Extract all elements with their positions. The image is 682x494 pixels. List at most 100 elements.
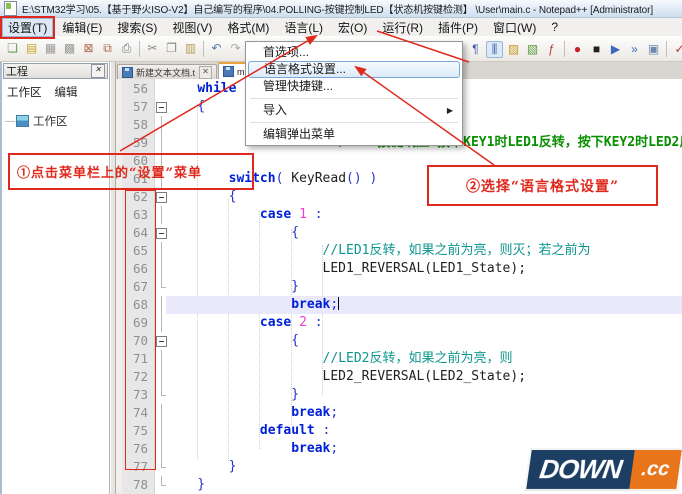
- line-number: 62: [132, 189, 148, 204]
- copy-icon[interactable]: ❐: [163, 40, 180, 57]
- code-segment: :: [314, 315, 323, 330]
- dropdown-item[interactable]: 编辑弹出菜单: [248, 126, 460, 143]
- dropdown-item[interactable]: 管理快捷键...: [248, 78, 460, 95]
- panel-menu-item[interactable]: 工作区: [7, 84, 42, 100]
- menu-item[interactable]: 格式(M): [221, 18, 275, 37]
- close-all-icon[interactable]: ⧉: [99, 40, 116, 57]
- line-number: 71: [132, 351, 148, 366]
- line-number: 66: [132, 261, 148, 276]
- menu-item[interactable]: ?: [545, 19, 564, 35]
- code-line: switch( KeyRead() ): [166, 170, 378, 188]
- code-line: LED2_REVERSAL(LED2_State);: [166, 368, 527, 386]
- code-segment: {: [166, 225, 300, 240]
- show-all-characters-icon[interactable]: ¶: [467, 41, 484, 58]
- code-line: }: [166, 386, 299, 404]
- menu-item[interactable]: 宏(O): [332, 18, 373, 37]
- redo-icon[interactable]: ↷: [227, 40, 244, 57]
- indent-guide-icon[interactable]: ⫼: [486, 40, 503, 58]
- open-file-icon[interactable]: ▤: [23, 40, 40, 57]
- macro-run-multiple-icon[interactable]: »: [626, 41, 643, 58]
- paste-icon[interactable]: ▥: [182, 40, 199, 57]
- fold-collapse-icon[interactable]: [155, 102, 167, 113]
- user-define-dialog-icon[interactable]: ▨: [505, 41, 522, 58]
- close-file-icon[interactable]: ⊠: [80, 40, 97, 57]
- menu-item[interactable]: 视图(V): [166, 18, 218, 37]
- new-file-icon[interactable]: ❏: [4, 40, 21, 57]
- code-segment: LED2_REVERSAL(LED2_State);: [166, 369, 527, 384]
- code-line: LED1_REVERSAL(LED1_State);: [166, 260, 527, 278]
- cut-icon[interactable]: ✂: [144, 40, 161, 57]
- menu-item[interactable]: 文件(F): [2, 18, 53, 37]
- watermark-brand-text: DOWN: [537, 454, 624, 484]
- menu-item[interactable]: 语言(L): [278, 18, 329, 37]
- tab-label: 新建文本文档.t: [136, 67, 196, 78]
- workspace-tree-node[interactable]: — 工作区: [2, 103, 109, 129]
- fold-line: [160, 260, 162, 278]
- fold-collapse-icon[interactable]: [155, 192, 167, 203]
- dropdown-item[interactable]: 导入 ▶: [248, 102, 460, 119]
- menu-item[interactable]: 窗口(W): [487, 18, 542, 37]
- tab-new-document[interactable]: 新建文本文档.t ✕: [117, 64, 218, 79]
- code-segment: while: [197, 81, 237, 96]
- save-all-icon[interactable]: ▩: [61, 40, 78, 57]
- save-file-icon[interactable]: ▦: [42, 40, 59, 57]
- code-line: break;: [166, 404, 338, 422]
- macro-stop-icon[interactable]: ■: [588, 41, 605, 58]
- notepadpp-app-icon: [4, 1, 17, 16]
- code-segment: ;: [330, 297, 339, 312]
- code-segment: break: [291, 405, 331, 420]
- fold-collapse-icon[interactable]: [155, 336, 167, 347]
- function-list-icon[interactable]: ƒ: [543, 41, 560, 58]
- menu-item[interactable]: 搜索(S): [111, 18, 163, 37]
- toolbar-separator: [139, 40, 140, 57]
- line-number: 57: [132, 99, 148, 114]
- code-line: {: [166, 98, 205, 116]
- tab-close-icon[interactable]: ✕: [199, 65, 213, 79]
- code-segment: KeyRead: [291, 171, 347, 186]
- settings-dropdown-menu: 首选项... 语言格式设置... 管理快捷键... 导入 ▶ 编辑弹出菜单: [245, 41, 463, 146]
- panel-menu-item[interactable]: 编辑: [55, 84, 78, 100]
- line-number: 77: [132, 459, 148, 474]
- code-line: }: [166, 278, 299, 296]
- macro-play-icon[interactable]: ▶: [607, 41, 624, 58]
- code-line: {: [166, 332, 299, 350]
- line-number: 64: [132, 225, 148, 240]
- code-line: while: [166, 80, 236, 98]
- workspace-icon: [16, 115, 29, 127]
- document-map-icon[interactable]: ▧: [524, 41, 541, 58]
- project-panel-title: 工程: [6, 66, 28, 78]
- text-caret: [338, 297, 340, 310]
- print-icon[interactable]: ⎙: [118, 40, 135, 57]
- code-segment: break: [291, 441, 331, 456]
- panel-close-icon[interactable]: ✕: [91, 64, 105, 78]
- menu-item[interactable]: 编辑(E): [56, 18, 108, 37]
- macro-record-icon[interactable]: ●: [569, 41, 586, 58]
- line-number: 75: [132, 423, 148, 438]
- menu-item[interactable]: 插件(P): [432, 18, 484, 37]
- code-line: break;: [166, 296, 340, 314]
- code-line: case 2 :: [166, 314, 323, 332]
- menu-item[interactable]: 运行(R): [376, 18, 429, 37]
- fold-line: [160, 206, 162, 224]
- code-segment: 2: [299, 315, 307, 330]
- code-segment: switch: [228, 171, 276, 186]
- dropdown-item-language-format[interactable]: 语言格式设置...: [248, 61, 460, 78]
- line-number: 58: [132, 117, 148, 132]
- dropdown-item[interactable]: 首选项...: [248, 44, 460, 61]
- spell-check-icon[interactable]: ✓: [671, 41, 682, 58]
- fold-line: [160, 368, 162, 386]
- line-number: 76: [132, 441, 148, 456]
- code-segment: () ): [346, 171, 378, 186]
- fold-collapse-icon[interactable]: [155, 228, 167, 239]
- code-segment: :: [322, 423, 331, 438]
- undo-icon[interactable]: ↶: [208, 40, 225, 57]
- macro-save-icon[interactable]: ▣: [645, 41, 662, 58]
- window-title: E:\STM32学习\05.【基于野火ISO-V2】自己编写的程序\04.POL…: [22, 5, 654, 16]
- line-number: 73: [132, 387, 148, 402]
- submenu-arrow-icon: ▶: [446, 106, 453, 115]
